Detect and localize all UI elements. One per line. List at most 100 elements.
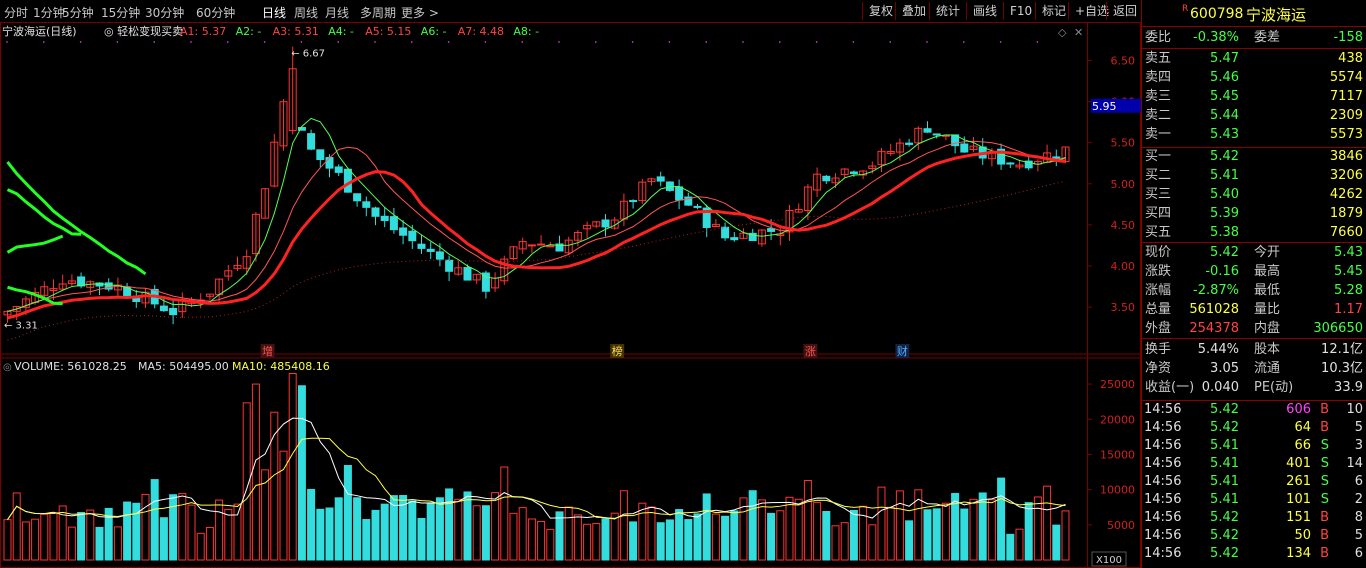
volume-bar[interactable] (12, 492, 21, 561)
volume-bar[interactable] (426, 503, 435, 561)
candle-body[interactable] (601, 219, 610, 228)
candle-body[interactable] (693, 205, 702, 208)
volume-bar[interactable] (684, 519, 693, 561)
volume-bar[interactable] (40, 513, 49, 561)
volume-bar[interactable] (178, 493, 187, 561)
candle-body[interactable] (325, 157, 334, 169)
volume-bar[interactable] (785, 496, 794, 561)
candle-body[interactable] (169, 307, 178, 316)
volume-bar[interactable] (233, 503, 242, 561)
volume-bar[interactable] (702, 493, 711, 561)
volume-bar[interactable] (748, 490, 757, 561)
toolbar-button-0[interactable]: 复权 (862, 2, 899, 20)
timeframe-1[interactable]: 1分钟 (33, 4, 65, 21)
candle-body[interactable] (665, 181, 674, 191)
candle-body[interactable] (923, 128, 932, 133)
volume-bar[interactable] (564, 506, 573, 561)
timeframe-7[interactable]: 周线 (294, 4, 318, 21)
volume-bar[interactable] (307, 488, 316, 561)
volume-bar[interactable] (509, 512, 518, 561)
volume-bar[interactable] (518, 507, 527, 561)
volume-bar[interactable] (527, 518, 536, 561)
volume-bar[interactable] (353, 497, 362, 561)
volume-bar[interactable] (822, 510, 831, 561)
volume-bar[interactable] (1024, 502, 1033, 561)
candle-body[interactable] (307, 133, 316, 150)
volume-bar[interactable] (1052, 524, 1061, 561)
volume-bar[interactable] (619, 490, 628, 561)
volume-bar[interactable] (215, 499, 224, 561)
candle-body[interactable] (527, 244, 536, 247)
toolbar-button-4[interactable]: F10 (1003, 2, 1038, 20)
volume-bar[interactable] (849, 509, 858, 561)
volume-bar[interactable] (472, 505, 481, 561)
volume-bar[interactable] (1015, 528, 1024, 561)
volume-bar[interactable] (481, 505, 490, 561)
timeframe-0[interactable]: 分时 (4, 4, 28, 21)
volume-bar[interactable] (86, 509, 95, 561)
timeframe-5[interactable]: 60分钟 (196, 4, 235, 21)
volume-bar[interactable] (757, 499, 766, 561)
volume-bar[interactable] (776, 510, 785, 561)
volume-bar[interactable] (859, 505, 868, 561)
volume-bar[interactable] (546, 528, 555, 561)
volume-bar[interactable] (638, 502, 647, 561)
volume-bar[interactable] (362, 519, 371, 561)
volume-bar[interactable] (794, 498, 803, 561)
volume-bar[interactable] (555, 511, 564, 561)
volume-bar[interactable] (316, 508, 325, 561)
volume-bar[interactable] (831, 525, 840, 561)
candle-body[interactable] (408, 230, 417, 242)
volume-bar[interactable] (417, 517, 426, 561)
volume-bar[interactable] (960, 508, 969, 561)
candle-body[interactable] (316, 149, 325, 161)
volume-bar[interactable] (978, 492, 987, 561)
volume-bar[interactable] (923, 509, 932, 561)
candle-body[interactable] (675, 186, 684, 201)
candle-body[interactable] (1052, 156, 1061, 159)
candle-body[interactable] (334, 166, 343, 173)
volume-bar[interactable] (159, 517, 168, 561)
candle-body[interactable] (399, 227, 408, 236)
timeframe-8[interactable]: 月线 (325, 4, 349, 21)
volume-bar[interactable] (895, 490, 904, 561)
candle-body[interactable] (426, 248, 435, 252)
volume-bar[interactable] (1006, 533, 1015, 561)
volume-bar[interactable] (77, 512, 86, 561)
volume-bar[interactable] (279, 450, 288, 561)
candle-body[interactable] (656, 176, 665, 182)
timeframe-2[interactable]: 5分钟 (62, 4, 94, 21)
volume-bar[interactable] (196, 532, 205, 561)
volume-bar[interactable] (380, 503, 389, 561)
candle-body[interactable] (629, 200, 638, 203)
candle-body[interactable] (767, 228, 776, 232)
volume-bar[interactable] (941, 502, 950, 561)
volume-bar[interactable] (583, 523, 592, 561)
candle-body[interactable] (417, 243, 426, 249)
volume-bar[interactable] (665, 519, 674, 561)
volume-bar[interactable] (886, 506, 895, 561)
volume-bar[interactable] (647, 506, 656, 561)
candle-body[interactable] (932, 133, 941, 136)
volume-bar[interactable] (435, 497, 444, 561)
volume-bar[interactable] (445, 488, 454, 561)
candle-body[interactable] (362, 201, 371, 208)
volume-bar[interactable] (49, 512, 58, 561)
candle-body[interactable] (905, 142, 914, 145)
kline-chart[interactable]: 6.506.005.505.004.504.003.505.95宁波海运(日线)… (0, 22, 1141, 568)
volume-bar[interactable] (969, 498, 978, 561)
volume-bar[interactable] (721, 515, 730, 561)
toolbar-button-2[interactable]: 统计 (929, 2, 966, 20)
volume-bar[interactable] (1033, 496, 1042, 561)
volume-bar[interactable] (67, 526, 76, 561)
volume-bar[interactable] (592, 523, 601, 561)
volume-bar[interactable] (325, 507, 334, 561)
volume-bar[interactable] (693, 513, 702, 561)
volume-bar[interactable] (454, 498, 463, 561)
candle-body[interactable] (537, 243, 546, 246)
volume-bar[interactable] (675, 509, 684, 561)
volume-bar[interactable] (500, 466, 509, 561)
volume-bar[interactable] (840, 522, 849, 561)
timeframe-9[interactable]: 多周期 (360, 4, 396, 21)
volume-bar[interactable] (3, 519, 12, 561)
